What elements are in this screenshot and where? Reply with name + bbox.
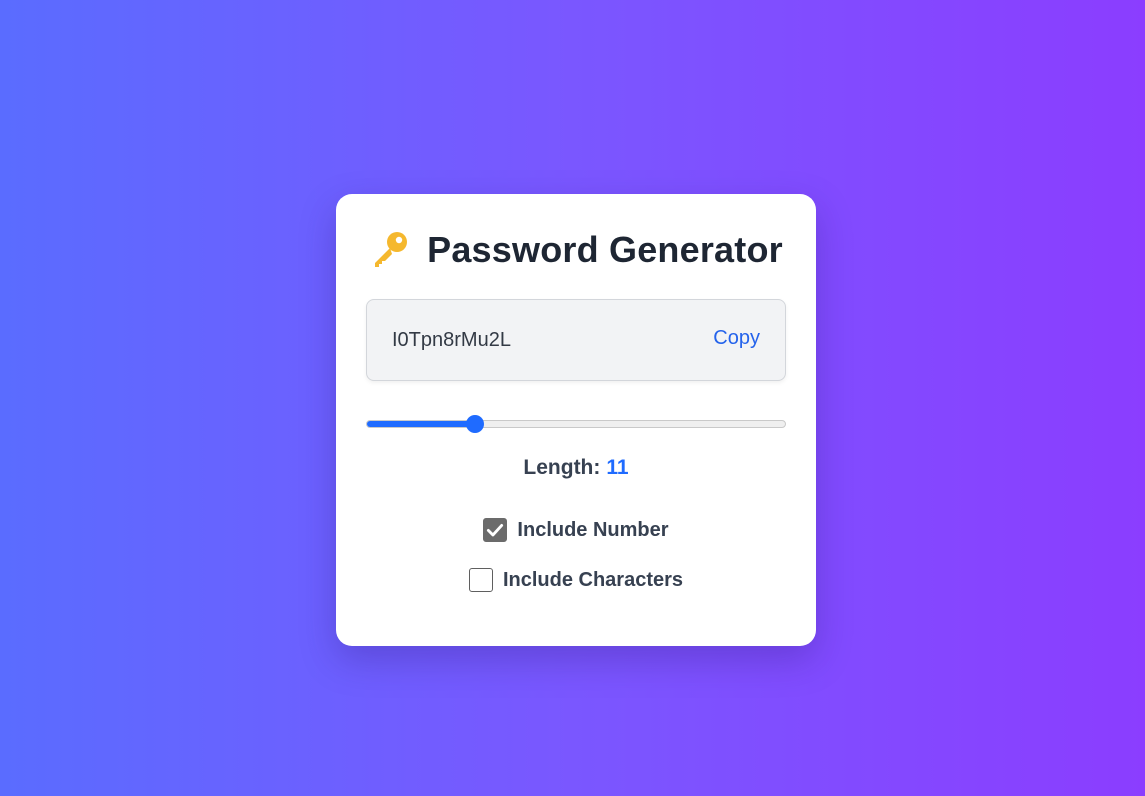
check-icon — [487, 524, 504, 537]
length-slider[interactable] — [366, 415, 786, 433]
page-title: Password Generator — [427, 229, 783, 270]
password-display: I0Tpn8rMu2L Copy — [366, 299, 786, 381]
key-icon — [369, 229, 411, 271]
length-readout: Length: 11 — [336, 456, 816, 480]
include-number-label: Include Number — [517, 518, 669, 541]
password-generator-card: Password Generator I0Tpn8rMu2L Copy Leng… — [336, 194, 816, 646]
include-characters-checkbox[interactable] — [468, 568, 493, 592]
length-label: Length: — [523, 456, 601, 479]
slider-thumb[interactable] — [466, 415, 485, 433]
include-number-checkbox[interactable] — [483, 518, 508, 542]
copy-button[interactable]: Copy — [713, 327, 760, 350]
slider-fill — [367, 421, 476, 427]
include-characters-label: Include Characters — [502, 568, 684, 591]
option-include-characters[interactable]: Include Characters — [336, 568, 816, 592]
header: Password Generator — [336, 222, 816, 278]
length-value: 11 — [606, 456, 629, 479]
password-text: I0Tpn8rMu2L — [392, 329, 511, 351]
slider-track[interactable] — [366, 420, 786, 428]
option-include-number[interactable]: Include Number — [336, 518, 816, 542]
